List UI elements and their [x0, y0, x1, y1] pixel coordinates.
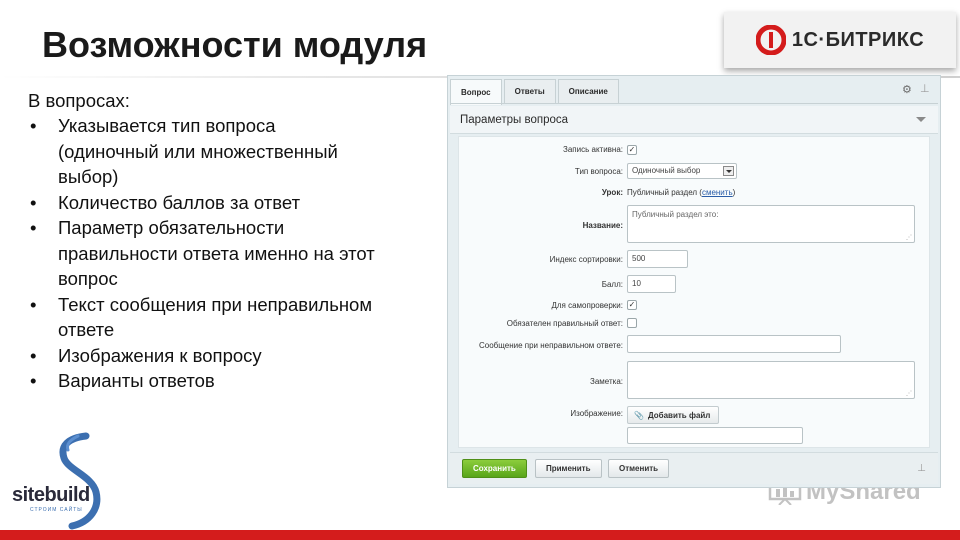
active-label: Запись активна:	[563, 145, 623, 154]
chevron-down-icon	[723, 166, 734, 176]
sitebuild-name: sitebuild	[12, 484, 90, 506]
apply-button[interactable]: Применить	[535, 459, 602, 478]
question-form: Запись активна: ✓ Тип вопроса: Одиночный…	[458, 136, 930, 448]
name-textarea[interactable]: Публичный раздел это: ⋰	[627, 205, 915, 243]
list-item: Параметр обязательности правильности отв…	[28, 215, 378, 292]
save-button[interactable]: Сохранить	[462, 459, 527, 478]
list-item: Варианты ответов	[28, 368, 378, 394]
change-lesson-link[interactable]: сменить	[702, 188, 733, 197]
cancel-button[interactable]: Отменить	[608, 459, 670, 478]
sitebuild-tagline: СТРОИМ САЙТЫ	[30, 507, 83, 513]
slide-title: Возможности модуля	[42, 24, 428, 65]
name-value: Публичный раздел это:	[632, 210, 719, 219]
self-check-checkbox[interactable]: ✓	[627, 300, 637, 310]
list-item: Количество баллов за ответ	[28, 190, 378, 216]
tab-divider	[450, 103, 938, 104]
sitebuild-logo-icon	[59, 432, 101, 530]
list-item: Текст сообщения при неправильном ответе	[28, 292, 378, 343]
wrong-msg-input[interactable]	[627, 335, 841, 353]
chevron-down-icon[interactable]	[916, 117, 926, 122]
paperclip-icon: 📎	[634, 410, 644, 420]
score-input[interactable]: 10	[627, 275, 676, 293]
name-label: Название:	[582, 221, 623, 230]
list-item: Изображения к вопросу	[28, 343, 378, 369]
note-label: Заметка:	[590, 377, 623, 386]
required-label: Обязателен правильный ответ:	[506, 319, 623, 328]
pin-icon[interactable]: ⊥	[920, 82, 930, 95]
question-edit-panel: Вопрос Ответы Описание ⚙ ⊥ Параметры воп…	[447, 75, 941, 488]
sort-input[interactable]: 500	[627, 250, 688, 268]
bullets-intro: В вопросах:	[28, 90, 130, 111]
sort-label: Индекс сортировки:	[549, 255, 623, 264]
tab-description[interactable]: Описание	[557, 79, 619, 103]
resize-handle-icon[interactable]: ⋰	[906, 234, 912, 241]
lesson-name: Публичный раздел	[627, 188, 698, 197]
note-textarea[interactable]: ⋰	[627, 361, 915, 399]
section-header[interactable]: Параметры вопроса	[450, 106, 938, 134]
feature-list: Указывается тип вопроса (одиночный или м…	[28, 113, 378, 394]
wrong-msg-label: Сообщение при неправильном ответе:	[479, 341, 623, 350]
active-checkbox[interactable]: ✓	[627, 145, 637, 155]
type-select-value: Одиночный выбор	[632, 166, 701, 175]
add-file-label: Добавить файл	[647, 410, 711, 420]
add-file-button[interactable]: 📎 Добавить файл	[627, 406, 720, 424]
type-label: Тип вопроса:	[574, 167, 623, 176]
image-path-input[interactable]	[627, 427, 803, 444]
panel-footer: Сохранить Применить Отменить ⊥	[450, 452, 938, 484]
section-title: Параметры вопроса	[460, 114, 569, 126]
required-checkbox[interactable]	[627, 318, 637, 328]
self-check-label: Для самопроверки:	[551, 301, 623, 310]
tab-question[interactable]: Вопрос	[450, 79, 502, 105]
score-label: Балл:	[601, 280, 623, 289]
type-select[interactable]: Одиночный выбор	[627, 163, 737, 179]
tab-answers[interactable]: Ответы	[503, 79, 556, 103]
image-label: Изображение:	[570, 409, 623, 418]
pin-icon[interactable]: ⊥	[917, 463, 926, 474]
tab-bar: Вопрос Ответы Описание	[450, 79, 621, 105]
brand-badge: 1С·БИТРИКС	[724, 12, 956, 68]
gear-icon[interactable]: ⚙	[902, 84, 914, 96]
list-item: Указывается тип вопроса (одиночный или м…	[28, 113, 378, 190]
bitrix-logo-icon	[755, 25, 786, 55]
lesson-value: Публичный раздел (сменить)	[627, 188, 736, 197]
bottom-accent-bar	[0, 530, 960, 540]
brand-name: 1С·БИТРИКС	[791, 28, 925, 51]
lesson-label: Урок:	[601, 188, 623, 197]
resize-handle-icon[interactable]: ⋰	[906, 390, 912, 397]
